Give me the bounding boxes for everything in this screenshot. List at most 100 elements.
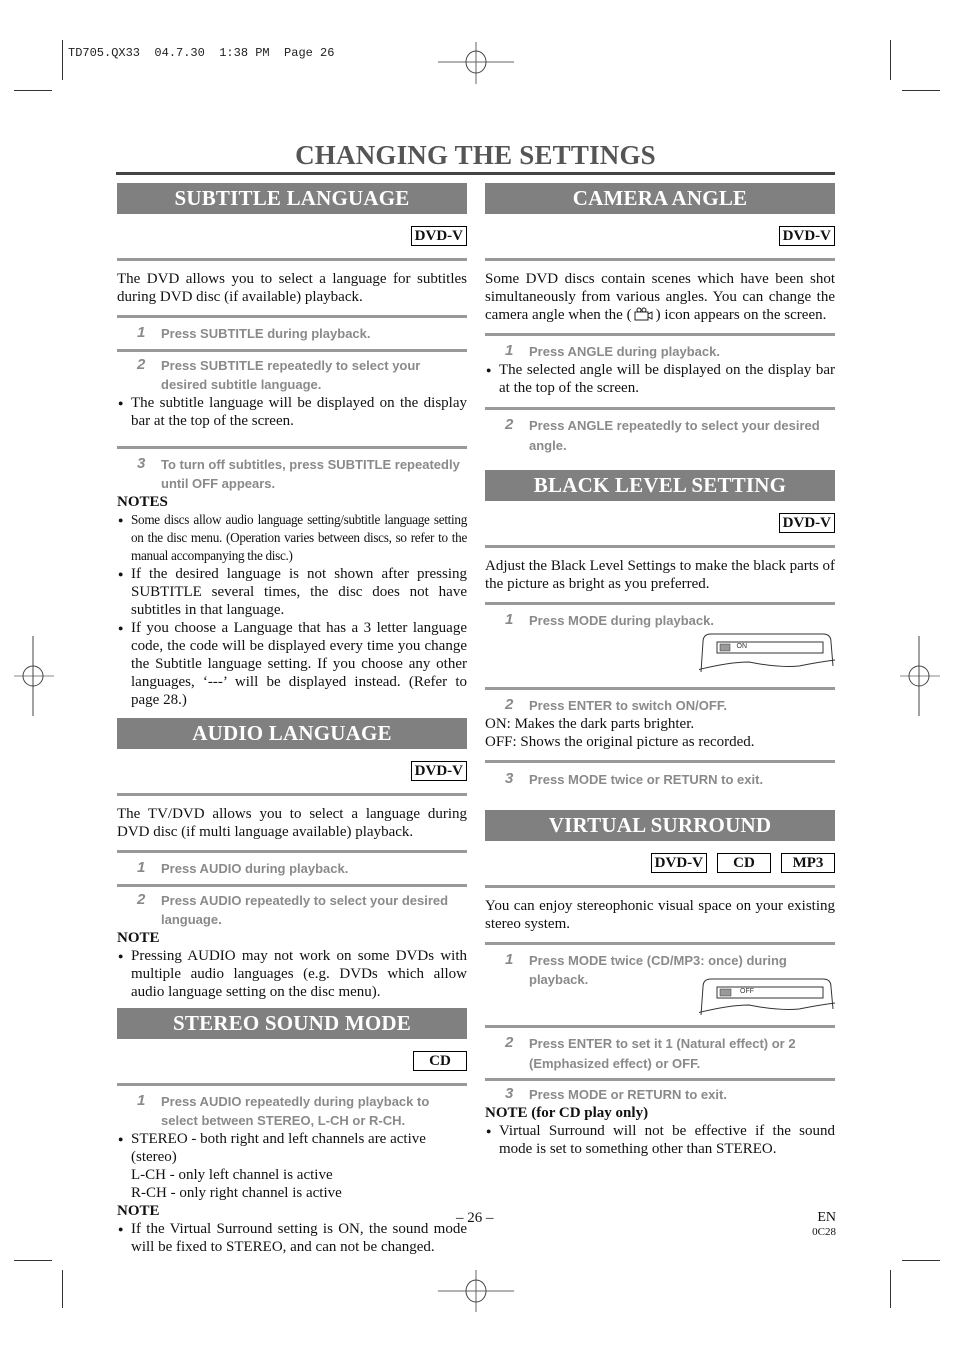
- section-virtual-surround: VIRTUAL SURROUND DVD-V CD MP3 You can en…: [485, 810, 835, 1158]
- intro-text: You can enjoy stereophonic visual space …: [485, 898, 835, 932]
- bullet-text: The subtitle language will be displayed …: [117, 394, 467, 430]
- divider: [117, 446, 467, 449]
- note-heading: NOTE: [117, 1203, 160, 1219]
- crop-mark: [14, 1260, 52, 1261]
- badge-dvd-v: DVD-V: [778, 513, 835, 533]
- step-text: Press ENTER to set it 1 (Natural effect)…: [529, 1036, 796, 1071]
- step-number: 2: [137, 891, 146, 908]
- divider: [485, 258, 835, 261]
- crop-mark: [902, 1260, 940, 1261]
- on-description: ON: Makes the dark parts brighter.: [485, 716, 695, 732]
- intro-text: Adjust the Black Level Settings to make …: [485, 558, 835, 592]
- page-title: CHANGING THE SETTINGS: [295, 140, 656, 170]
- step-text: To turn off subtitles, press SUBTITLE re…: [161, 457, 460, 491]
- divider: [485, 1078, 835, 1081]
- section-subtitle-language: SUBTITLE LANGUAGE DVD-V The DVD allows y…: [117, 183, 467, 709]
- step-2: 2 Press ENTER to set it 1 (Natural effec…: [485, 1034, 835, 1074]
- badge-dvd-v: DVD-V: [650, 853, 707, 873]
- step-number: 1: [505, 611, 514, 628]
- divider: [117, 349, 467, 352]
- disc-badges: DVD-V: [485, 226, 835, 248]
- step-1: 1 Press AUDIO during playback.: [117, 859, 467, 878]
- section-camera-angle: CAMERA ANGLE DVD-V Some DVD discs contai…: [485, 183, 835, 456]
- crop-mark: [62, 40, 63, 80]
- registration-mark-icon: [14, 636, 54, 716]
- camera-angle-icon: [634, 307, 653, 321]
- left-column: SUBTITLE LANGUAGE DVD-V The DVD allows y…: [117, 183, 467, 1256]
- step-1: 1 Press MODE during playback.: [485, 611, 835, 630]
- divider: [485, 885, 835, 888]
- intro-text-part: ) icon appears on the screen.: [655, 307, 827, 323]
- osd-value: OFF: [740, 988, 754, 995]
- step-number: 1: [137, 1092, 146, 1109]
- tv-screen-icon: [699, 633, 835, 673]
- note-item: If the desired language is not shown aft…: [117, 565, 467, 619]
- note-heading: NOTE: [117, 930, 160, 946]
- step-text: Press SUBTITLE repeatedly to select your…: [161, 358, 421, 392]
- divider: [485, 687, 835, 690]
- divider: [485, 760, 835, 763]
- divider: [117, 315, 467, 318]
- step-2: 2 Press AUDIO repeatedly to select your …: [117, 891, 467, 929]
- registration-mark-icon: [438, 42, 514, 84]
- language-code: EN: [817, 1210, 836, 1225]
- badge-cd: CD: [717, 853, 771, 873]
- badge-dvd-v: DVD-V: [410, 226, 467, 246]
- crop-mark: [902, 90, 940, 91]
- note-item: Some discs allow audio language setting/…: [117, 511, 467, 565]
- step-text: Press AUDIO repeatedly to select your de…: [161, 893, 449, 927]
- badge-dvd-v: DVD-V: [778, 226, 835, 246]
- crop-mark: [890, 1270, 891, 1308]
- divider: [485, 942, 835, 945]
- step-number: 1: [505, 342, 514, 359]
- disc-badges: DVD-V: [117, 761, 467, 783]
- step-number: 2: [505, 416, 514, 433]
- note-item: If you choose a Language that has a 3 le…: [117, 619, 467, 709]
- step-number: 2: [505, 696, 514, 713]
- divider: [485, 545, 835, 548]
- bullet-text: The selected angle will be displayed on …: [485, 361, 835, 397]
- crop-mark: [62, 1270, 63, 1308]
- divider: [117, 258, 467, 261]
- step-number: 2: [505, 1034, 514, 1051]
- note-heading: NOTE (for CD play only): [485, 1105, 649, 1121]
- step-3: 3 Press MODE or RETURN to exit.: [485, 1085, 835, 1104]
- step-number: 2: [137, 356, 146, 373]
- divider: [485, 602, 835, 605]
- step-2: 2 Press ENTER to switch ON/OFF.: [485, 696, 835, 715]
- disc-badges: DVD-V: [117, 226, 467, 248]
- notes-heading: NOTES: [117, 494, 168, 510]
- section-heading: STEREO SOUND MODE: [117, 1008, 467, 1039]
- section-heading: CAMERA ANGLE: [485, 183, 835, 214]
- crop-mark: [14, 90, 52, 91]
- title-rule: [116, 172, 835, 175]
- tv-screen-icon: [699, 978, 835, 1016]
- registration-mark-icon: [900, 636, 940, 716]
- step-number: 3: [505, 1085, 514, 1102]
- badge-mp3: MP3: [781, 853, 835, 873]
- intro-text: Some DVD discs contain scenes which have…: [485, 270, 835, 324]
- step-text: Press AUDIO during playback.: [161, 861, 349, 876]
- off-description: OFF: Shows the original picture as recor…: [485, 734, 755, 750]
- step-text: Press ANGLE repeatedly to select your de…: [529, 418, 820, 453]
- step-1: 1 Press AUDIO repeatedly during playback…: [117, 1092, 467, 1130]
- section-heading: BLACK LEVEL SETTING: [485, 470, 835, 501]
- section-heading: AUDIO LANGUAGE: [117, 718, 467, 749]
- right-column: CAMERA ANGLE DVD-V Some DVD discs contai…: [485, 183, 835, 1158]
- print-header: TD705.QX33 04.7.30 1:38 PM Page 26: [68, 46, 335, 60]
- step-text: Press SUBTITLE during playback.: [161, 326, 371, 341]
- section-audio-language: AUDIO LANGUAGE DVD-V The TV/DVD allows y…: [117, 718, 467, 1001]
- intro-text: The DVD allows you to select a language …: [117, 271, 467, 305]
- document-code: 0C28: [812, 1226, 836, 1238]
- intro-text: The TV/DVD allows you to select a langua…: [117, 806, 467, 840]
- divider: [485, 1025, 835, 1028]
- divider: [485, 407, 835, 410]
- divider: [117, 1083, 467, 1086]
- step-2: 2 Press ANGLE repeatedly to select your …: [485, 416, 835, 456]
- disc-badges: DVD-V: [485, 513, 835, 535]
- note-item: Pressing AUDIO may not work on some DVDs…: [117, 947, 467, 1001]
- step-text: Press ENTER to switch ON/OFF.: [529, 698, 727, 713]
- divider: [117, 884, 467, 887]
- osd-screen-illustration: OFF: [485, 977, 835, 1017]
- step-number: 1: [137, 324, 146, 341]
